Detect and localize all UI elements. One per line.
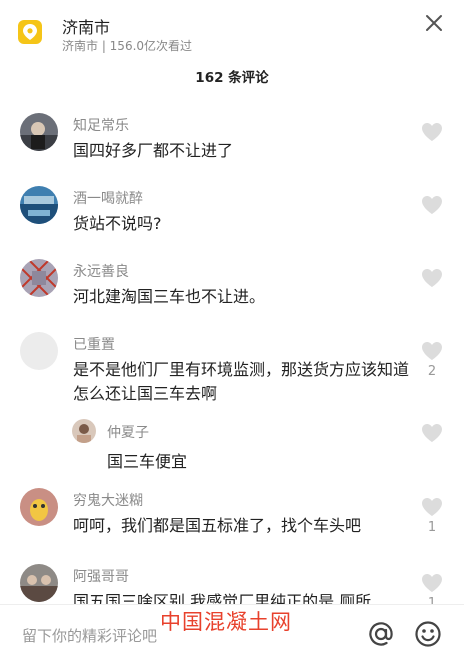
avatar[interactable] xyxy=(20,113,58,151)
avatar[interactable] xyxy=(20,259,58,297)
comment-username[interactable]: 穷鬼大迷糊 xyxy=(73,490,143,510)
avatar[interactable] xyxy=(20,332,58,370)
comment-text: 货站不说吗? xyxy=(73,214,162,233)
comment-username[interactable]: 阿强哥哥 xyxy=(73,566,129,586)
avatar[interactable] xyxy=(20,186,58,224)
comment-input[interactable]: 留下你的精彩评论吧 xyxy=(22,625,157,646)
comment-text: 是不是他们厂里有环境监测，那送货方应该知道怎么还让国三车去啊 xyxy=(73,360,410,403)
reply-username[interactable]: 仲夏子 xyxy=(107,422,149,442)
heart-icon[interactable] xyxy=(421,195,443,215)
like-count: 1 xyxy=(427,596,437,604)
comment-username[interactable]: 已重置 xyxy=(73,334,115,354)
comment-list[interactable]: 知足常乐 国四好多厂都不让进了 酒一喝就醉 货站不说吗? 永远善良 河北建淘国三… xyxy=(0,106,464,604)
comment-username[interactable]: 知足常乐 xyxy=(73,115,129,135)
reply-text: 国三车便宜 xyxy=(107,452,188,471)
heart-icon[interactable] xyxy=(421,122,443,142)
heart-icon[interactable] xyxy=(421,341,443,361)
at-mention-icon[interactable] xyxy=(367,620,395,648)
comment-text: 河北建淘国三车也不让进。 xyxy=(73,287,266,306)
reply-avatar[interactable] xyxy=(72,419,96,443)
close-icon[interactable] xyxy=(424,13,444,33)
emoji-icon[interactable] xyxy=(414,620,442,648)
comment-username[interactable]: 永远善良 xyxy=(73,261,129,281)
comment-username[interactable]: 酒一喝就醉 xyxy=(73,188,143,208)
heart-icon[interactable] xyxy=(421,423,443,443)
avatar[interactable] xyxy=(20,488,58,526)
heart-icon[interactable] xyxy=(421,573,443,593)
page-subtitle: 济南市 | 156.0亿次看过 xyxy=(62,39,193,53)
watermark: 中国混凝土网 xyxy=(160,610,292,634)
comment-text: 国五国三啥区别 我感觉厂里纯正的是 厕所 xyxy=(73,592,372,604)
page-title: 济南市 xyxy=(62,18,111,37)
avatar[interactable] xyxy=(20,564,58,602)
heart-icon[interactable] xyxy=(421,497,443,517)
like-count: 1 xyxy=(427,520,437,535)
like-count: 2 xyxy=(427,364,437,379)
header: 济南市 济南市 | 156.0亿次看过 xyxy=(0,0,464,60)
comment-text: 国四好多厂都不让进了 xyxy=(73,141,234,160)
comment-text: 呵呵，我们都是国五标准了，找个车头吧 xyxy=(73,516,362,535)
comment-count: 162 条评论 xyxy=(195,70,269,86)
location-pin-icon xyxy=(18,20,42,44)
heart-icon[interactable] xyxy=(421,268,443,288)
